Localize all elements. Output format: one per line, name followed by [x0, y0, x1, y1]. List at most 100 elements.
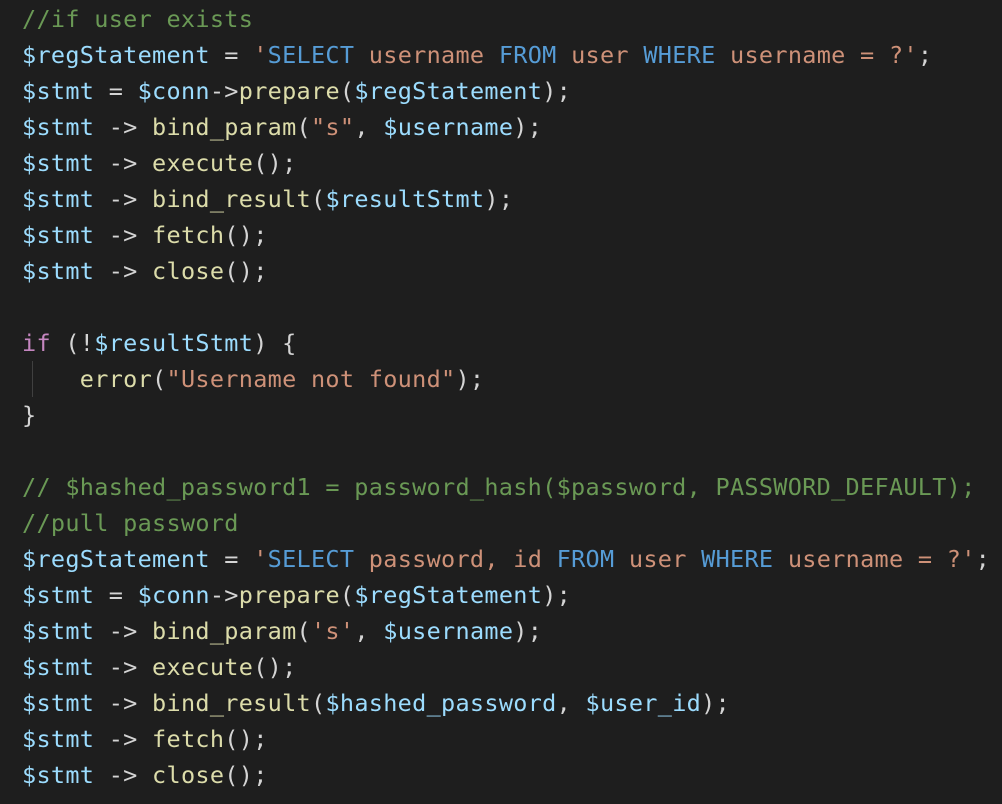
- code-token: ) {: [253, 329, 297, 357]
- code-token: =: [94, 581, 138, 609]
- code-line[interactable]: $regStatement = 'SELECT password, id FRO…: [22, 541, 990, 577]
- code-token: WHERE: [643, 41, 716, 69]
- code-token: $stmt: [22, 77, 95, 105]
- code-token: close: [152, 761, 225, 789]
- code-token: );: [513, 113, 543, 141]
- code-line[interactable]: //if user exists: [22, 1, 990, 37]
- code-token: (: [310, 689, 326, 717]
- code-token: ,: [556, 689, 586, 717]
- code-token: ->: [94, 185, 153, 213]
- code-line[interactable]: $regStatement = 'SELECT username FROM us…: [22, 37, 990, 73]
- code-token: FROM: [498, 41, 557, 69]
- code-token: WHERE: [701, 545, 774, 573]
- code-token: );: [701, 689, 731, 717]
- code-token: bind_param: [152, 617, 297, 645]
- code-token: (: [339, 77, 355, 105]
- code-token: $regStatement: [22, 545, 210, 573]
- code-token: (: [296, 113, 311, 141]
- code-token: $stmt: [22, 257, 95, 285]
- code-token: fetch: [152, 725, 225, 753]
- code-token: "Username not found": [166, 365, 456, 393]
- code-token: $regStatement: [22, 41, 210, 69]
- code-token: //if user exists: [22, 5, 254, 33]
- code-line[interactable]: //pull password: [22, 505, 990, 541]
- code-token: ->: [209, 77, 239, 105]
- code-token: $stmt: [22, 725, 95, 753]
- code-token: $stmt: [22, 221, 95, 249]
- code-token: $stmt: [22, 617, 95, 645]
- code-token: (: [296, 617, 311, 645]
- code-lines[interactable]: //if user exists $regStatement = 'SELECT …: [22, 1, 990, 793]
- code-token: $stmt: [22, 581, 95, 609]
- code-token: =: [209, 545, 254, 573]
- code-line[interactable]: if (!$resultStmt) {: [22, 325, 990, 361]
- code-token: (: [152, 365, 167, 393]
- code-token: username = ?': [773, 545, 976, 573]
- code-token: $stmt: [22, 185, 95, 213]
- code-line[interactable]: $stmt -> close();: [22, 757, 990, 793]
- code-token: //pull password: [22, 509, 239, 537]
- code-token: $stmt: [22, 689, 95, 717]
- code-token: close: [152, 257, 225, 285]
- code-token: if: [22, 329, 51, 357]
- code-token: ,: [354, 113, 384, 141]
- code-token: $resultStmt: [325, 185, 485, 213]
- code-line[interactable]: $stmt -> bind_result($hashed_password, $…: [22, 685, 990, 721]
- code-token: (!: [50, 329, 95, 357]
- code-token: ': [253, 41, 268, 69]
- code-line[interactable]: $stmt = $conn->prepare($regStatement);: [22, 577, 990, 613]
- code-token: SELECT: [267, 545, 355, 573]
- code-line[interactable]: // $hashed_password1 = password_hash($pa…: [22, 469, 990, 505]
- code-token: );: [542, 581, 572, 609]
- code-token: error: [79, 365, 153, 393]
- code-token: ();: [224, 221, 268, 249]
- code-token: execute: [152, 653, 254, 681]
- code-token: ->: [94, 221, 153, 249]
- code-token: $regStatement: [354, 581, 543, 609]
- code-token: execute: [152, 149, 254, 177]
- code-token: $stmt: [22, 761, 95, 789]
- code-token: $conn: [137, 77, 210, 105]
- code-line[interactable]: $stmt -> bind_result($resultStmt);: [22, 181, 990, 217]
- code-line[interactable]: error("Username not found");: [22, 361, 990, 397]
- code-token: ->: [94, 149, 153, 177]
- code-line[interactable]: $stmt -> fetch();: [22, 217, 990, 253]
- code-line[interactable]: $stmt -> execute();: [22, 649, 990, 685]
- code-line[interactable]: $stmt -> bind_param("s", $username);: [22, 109, 990, 145]
- code-line[interactable]: }: [22, 397, 990, 433]
- code-token: prepare: [238, 77, 340, 105]
- code-token: ();: [253, 149, 297, 177]
- code-token: // $hashed_password1 = password_hash($pa…: [22, 473, 976, 501]
- code-token: ': [253, 545, 268, 573]
- code-line[interactable]: $stmt -> bind_param('s', $username);: [22, 613, 990, 649]
- code-line[interactable]: $stmt -> fetch();: [22, 721, 990, 757]
- code-line[interactable]: $stmt -> close();: [22, 253, 990, 289]
- code-token: =: [209, 41, 254, 69]
- code-line[interactable]: $stmt -> execute();: [22, 145, 990, 181]
- code-line[interactable]: $stmt = $conn->prepare($regStatement);: [22, 73, 990, 109]
- code-token: ();: [224, 761, 268, 789]
- code-token: ;: [917, 41, 933, 69]
- code-token: $hashed_password: [325, 689, 557, 717]
- code-token: (: [339, 581, 355, 609]
- code-token: user: [614, 545, 702, 573]
- code-token: $username: [383, 113, 514, 141]
- code-token: ->: [94, 725, 153, 753]
- code-token: "s": [310, 113, 355, 141]
- code-token: ();: [224, 257, 268, 285]
- code-token: $regStatement: [354, 77, 543, 105]
- code-token: $user_id: [585, 689, 702, 717]
- code-token: $stmt: [22, 113, 95, 141]
- code-token: fetch: [152, 221, 225, 249]
- code-line[interactable]: [22, 289, 990, 325]
- code-token: ->: [94, 257, 153, 285]
- code-token: $conn: [137, 581, 210, 609]
- code-token: ;: [975, 545, 991, 573]
- code-editor[interactable]: //if user exists $regStatement = 'SELECT …: [0, 0, 1002, 804]
- code-token: FROM: [556, 545, 615, 573]
- code-token: ->: [94, 689, 153, 717]
- code-token: $resultStmt: [94, 329, 254, 357]
- code-line[interactable]: [22, 433, 990, 469]
- code-token: ();: [253, 653, 297, 681]
- code-token: $username: [383, 617, 514, 645]
